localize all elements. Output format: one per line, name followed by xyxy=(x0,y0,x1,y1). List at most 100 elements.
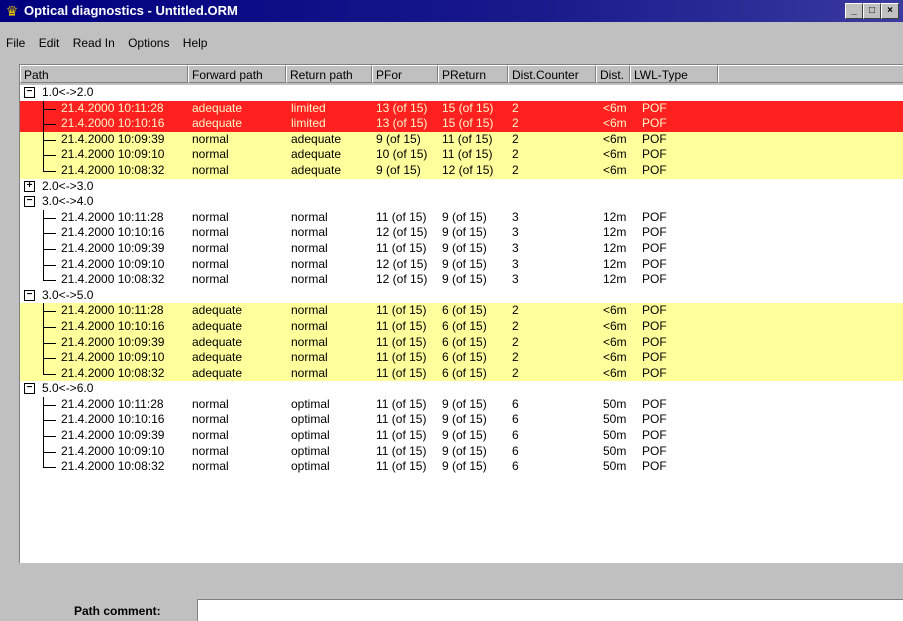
measurement-row[interactable]: 21.4.2000 10:09:39 normal adequate 9 (of 15… xyxy=(20,131,903,148)
cell-type: POF xyxy=(642,116,667,131)
tree-rows: −1.0<->2.0 21.4.2000 10:11:28 adequate limi… xyxy=(20,85,903,475)
cell-return: normal xyxy=(291,334,328,349)
column-header-dist-counter[interactable]: Dist.Counter xyxy=(508,65,596,83)
cell-counter: 2 xyxy=(512,334,519,349)
column-header-lwl-type[interactable]: LWL-Type xyxy=(630,65,718,83)
cell-type: POF xyxy=(642,162,667,177)
cell-type: POF xyxy=(642,412,667,427)
cell-counter: 2 xyxy=(512,303,519,318)
column-header-preturn[interactable]: PReturn xyxy=(438,65,508,83)
tree-connector-horizontal xyxy=(43,108,56,110)
tree-group-row[interactable]: −1.0<->2.0 xyxy=(20,85,903,101)
cell-pfor: 11 (of 15) xyxy=(376,209,427,224)
measurement-row[interactable]: 21.4.2000 10:09:10 normal normal 12 (of 15)… xyxy=(20,256,903,273)
tree-connector-vertical xyxy=(43,365,44,374)
cell-preturn: 11 (of 15) xyxy=(442,147,493,162)
cell-return: optimal xyxy=(291,443,330,458)
measurement-row[interactable]: 21.4.2000 10:09:10 normal optimal 11 (of 15… xyxy=(20,443,903,460)
cell-preturn: 6 (of 15) xyxy=(442,350,487,365)
measurement-row[interactable]: 21.4.2000 10:10:16 normal optimal 11 (of 15… xyxy=(20,412,903,429)
collapse-icon[interactable]: − xyxy=(24,383,35,395)
menu-edit[interactable]: Edit xyxy=(35,34,64,50)
cell-dist: <6m xyxy=(603,365,627,380)
path-tree-table[interactable]: Path Forward path Return path PFor PRetu… xyxy=(19,64,903,563)
measurement-row[interactable]: 21.4.2000 10:11:28 normal normal 11 (of 15)… xyxy=(20,209,903,226)
cell-type: POF xyxy=(642,334,667,349)
cell-preturn: 9 (of 15) xyxy=(442,459,487,474)
measurement-row[interactable]: 21.4.2000 10:10:16 adequate normal 11 (of 1… xyxy=(20,318,903,335)
column-header-return-path[interactable]: Return path xyxy=(286,65,372,83)
cell-pfor: 11 (of 15) xyxy=(376,318,427,333)
menu-read-in[interactable]: Read In xyxy=(69,34,119,50)
cell-type: POF xyxy=(642,147,667,162)
cell-time: 21.4.2000 10:09:10 xyxy=(61,256,165,271)
cell-pfor: 13 (of 15) xyxy=(376,100,428,115)
cell-counter: 3 xyxy=(512,209,519,224)
path-comment-input[interactable] xyxy=(197,599,903,621)
cell-forward: normal xyxy=(192,256,229,271)
column-header-forward-path[interactable]: Forward path xyxy=(188,65,286,83)
column-header-pfor[interactable]: PFor xyxy=(372,65,438,83)
cell-counter: 3 xyxy=(512,272,519,287)
tree-group-row[interactable]: −3.0<->5.0 xyxy=(20,288,903,304)
cell-return: normal xyxy=(291,303,328,318)
collapse-icon[interactable]: − xyxy=(24,87,35,98)
cell-preturn: 6 (of 15) xyxy=(442,318,487,333)
cell-forward: adequate xyxy=(192,303,243,318)
cell-type: POF xyxy=(642,428,667,443)
measurement-row[interactable]: 21.4.2000 10:11:28 adequate limited 13 (of … xyxy=(20,100,903,117)
cell-preturn: 9 (of 15) xyxy=(442,209,487,224)
tree-connector-horizontal xyxy=(43,139,56,141)
maximize-button[interactable]: □ xyxy=(863,3,881,19)
menu-options[interactable]: Options xyxy=(124,34,173,50)
measurement-row[interactable]: 21.4.2000 10:10:16 adequate limited 13 (of … xyxy=(20,116,903,132)
cell-time: 21.4.2000 10:09:10 xyxy=(61,443,165,458)
measurement-row[interactable]: 21.4.2000 10:11:28 adequate normal 11 (of 1… xyxy=(20,303,903,319)
expand-icon[interactable]: + xyxy=(24,180,35,192)
measurement-row[interactable]: 21.4.2000 10:08:32 normal normal 12 (of 15)… xyxy=(20,272,903,288)
crown-icon[interactable]: ♛ xyxy=(4,3,20,19)
minimize-button[interactable]: _ xyxy=(845,3,863,19)
cell-time: 21.4.2000 10:09:39 xyxy=(61,334,165,349)
collapse-icon[interactable]: − xyxy=(24,289,35,301)
column-header-path[interactable]: Path xyxy=(20,65,188,83)
cell-pfor: 10 (of 15) xyxy=(376,147,428,162)
cell-time: 21.4.2000 10:11:28 xyxy=(61,209,164,224)
cell-type: POF xyxy=(642,256,667,271)
close-button[interactable]: × xyxy=(881,3,899,19)
tree-group-row[interactable]: +2.0<->3.0 xyxy=(20,179,903,195)
collapse-icon[interactable]: − xyxy=(24,196,35,208)
cell-preturn: 9 (of 15) xyxy=(442,443,487,458)
measurement-row[interactable]: 21.4.2000 10:08:32 normal adequate 9 (of 15… xyxy=(20,162,903,179)
measurement-row[interactable]: 21.4.2000 10:09:39 normal normal 11 (of 15)… xyxy=(20,240,903,257)
measurement-row[interactable]: 21.4.2000 10:09:39 normal optimal 11 (of 15… xyxy=(20,428,903,444)
cell-counter: 2 xyxy=(512,318,519,333)
measurement-row[interactable]: 21.4.2000 10:09:39 adequate normal 11 (of 1… xyxy=(20,334,903,351)
cell-preturn: 9 (of 15) xyxy=(442,256,487,271)
cell-forward: normal xyxy=(192,225,229,240)
cell-dist: <6m xyxy=(603,147,627,162)
cell-return: optimal xyxy=(291,428,330,443)
cell-time: 21.4.2000 10:08:32 xyxy=(61,272,165,287)
measurement-row[interactable]: 21.4.2000 10:09:10 adequate normal 11 (of 1… xyxy=(20,350,903,366)
tree-connector-horizontal xyxy=(43,311,56,313)
cell-type: POF xyxy=(642,131,667,146)
cell-dist: 12m xyxy=(603,256,627,271)
cell-forward: normal xyxy=(192,162,229,177)
menu-help[interactable]: Help xyxy=(179,34,212,50)
measurement-row[interactable]: 21.4.2000 10:09:10 normal adequate 10 (of 1… xyxy=(20,147,903,163)
tree-connector-horizontal xyxy=(43,326,56,328)
measurement-row[interactable]: 21.4.2000 10:08:32 adequate normal 11 (of 1… xyxy=(20,365,903,382)
tree-group-row[interactable]: −5.0<->6.0 xyxy=(20,381,903,397)
menu-file[interactable]: File xyxy=(2,34,29,50)
cell-time: 21.4.2000 10:08:32 xyxy=(61,162,165,177)
measurement-row[interactable]: 21.4.2000 10:08:32 normal optimal 11 (of 15… xyxy=(20,459,903,475)
tree-group-row[interactable]: −3.0<->4.0 xyxy=(20,194,903,210)
measurement-row[interactable]: 21.4.2000 10:10:16 normal normal 12 (of 15)… xyxy=(20,225,903,241)
cell-pfor: 11 (of 15) xyxy=(376,350,427,365)
column-header-dist[interactable]: Dist. xyxy=(596,65,630,83)
cell-forward: normal xyxy=(192,209,229,224)
measurement-row[interactable]: 21.4.2000 10:11:28 normal optimal 11 (of 15… xyxy=(20,396,903,413)
cell-type: POF xyxy=(642,318,667,333)
cell-counter: 6 xyxy=(512,459,519,474)
